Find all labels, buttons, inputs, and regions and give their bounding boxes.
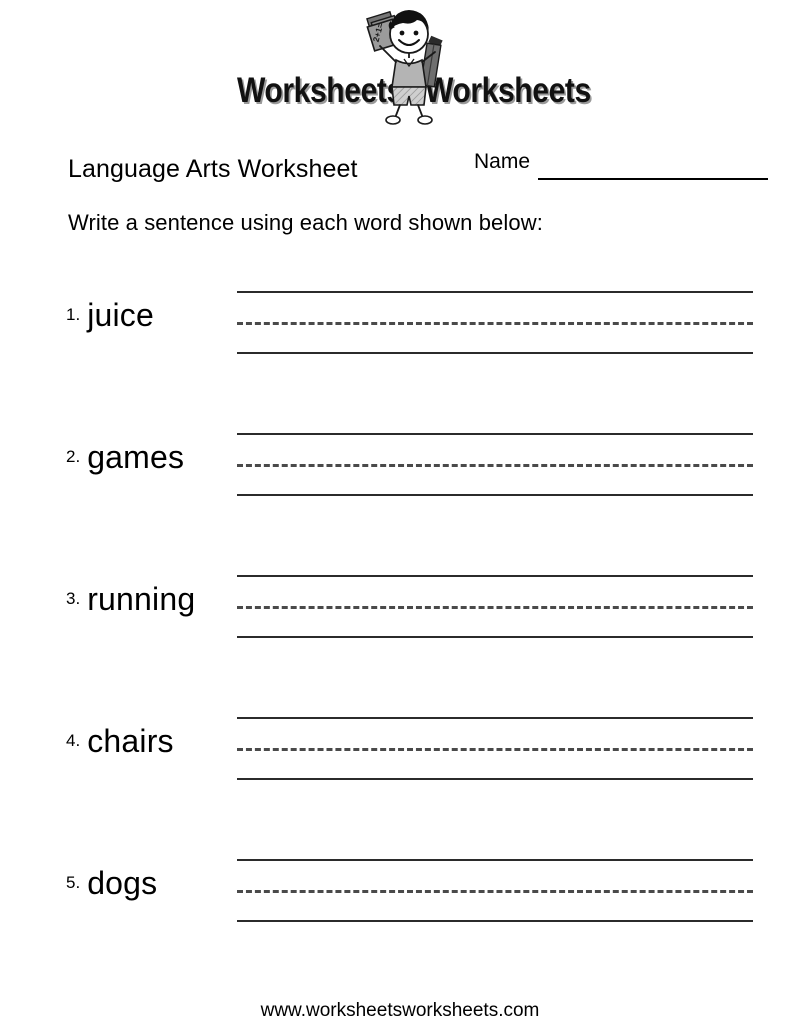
worksheet-item: 5. dogs [0,831,800,973]
rule-bottom-solid [237,920,753,922]
worksheet-item: 3. running [0,547,800,689]
handwriting-lines[interactable] [237,853,753,923]
rule-middle-dashed [237,464,753,467]
rule-top-solid [237,575,753,577]
handwriting-lines[interactable] [237,285,753,355]
rule-bottom-solid [237,352,753,354]
rule-middle-dashed [237,890,753,893]
item-number: 2. [66,447,81,466]
worksheet-item: 2. games [0,405,800,547]
name-field-group: Name [474,150,774,182]
item-word: running [87,581,196,617]
rule-middle-dashed [237,606,753,609]
masthead: Worksheets Worksheets 2+1= [0,8,800,128]
item-word: dogs [87,865,158,901]
worksheet-items: 1. juice 2. games 3. running 4. chairs 5… [0,263,800,973]
item-word: chairs [87,723,174,759]
handwriting-lines[interactable] [237,711,753,781]
item-number: 3. [66,589,81,608]
rule-top-solid [237,433,753,435]
rule-bottom-solid [237,636,753,638]
rule-bottom-solid [237,494,753,496]
name-input-line[interactable] [538,178,768,180]
instructions-text: Write a sentence using each word shown b… [68,210,543,235]
rule-middle-dashed [237,748,753,751]
site-logo: Worksheets Worksheets 2+1= [235,8,591,126]
item-word: juice [87,297,154,333]
item-label: 1. juice [66,297,226,345]
item-number: 1. [66,305,81,324]
worksheet-item: 4. chairs [0,689,800,831]
item-label: 4. chairs [66,723,226,771]
boy-mascot-icon: 2+1= [366,10,443,125]
rule-top-solid [237,717,753,719]
item-number: 5. [66,873,81,892]
item-label: 5. dogs [66,865,226,913]
rule-top-solid [237,291,753,293]
page-title: Language Arts Worksheet [68,155,358,183]
item-label: 3. running [66,581,226,629]
name-label: Name [474,150,531,173]
rule-middle-dashed [237,322,753,325]
rule-bottom-solid [237,778,753,780]
item-number: 4. [66,731,81,750]
item-word: games [87,439,185,475]
handwriting-lines[interactable] [237,427,753,497]
item-label: 2. games [66,439,226,487]
rule-top-solid [237,859,753,861]
worksheet-item: 1. juice [0,263,800,405]
footer-url: www.worksheetsworksheets.com [260,1000,540,1021]
handwriting-lines[interactable] [237,569,753,639]
